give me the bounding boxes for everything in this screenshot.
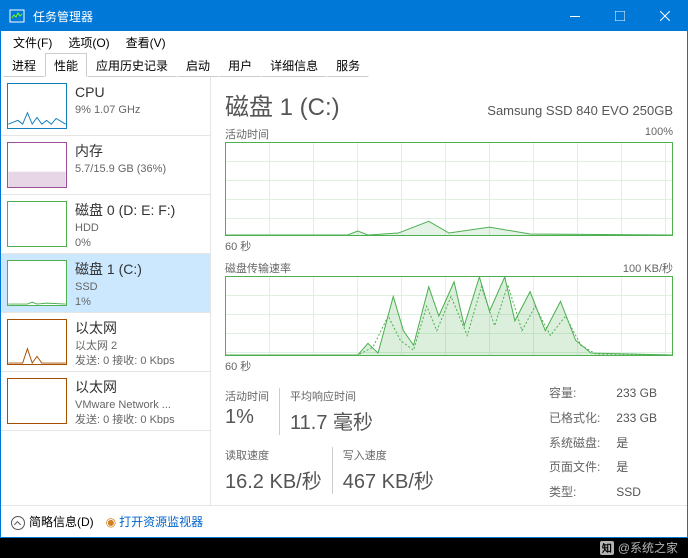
read-speed-label: 读取速度 xyxy=(225,447,322,463)
read-speed-value: 16.2 KB/秒 xyxy=(225,465,322,494)
brief-info-toggle[interactable]: 简略信息(D) xyxy=(11,513,94,530)
menu-file[interactable]: 文件(F) xyxy=(5,32,60,53)
chart1-label: 活动时间 xyxy=(225,126,269,142)
sidebar-item-ethernet2[interactable]: 以太网VMware Network ...发送: 0 接收: 0 Kbps xyxy=(1,372,210,431)
chart2-right: 100 KB/秒 xyxy=(623,260,673,276)
tab-services[interactable]: 服务 xyxy=(327,53,369,77)
eth1-thumb xyxy=(7,319,67,365)
chart1-right: 100% xyxy=(645,126,673,142)
sidebar-item-memory[interactable]: 内存5.7/15.9 GB (36%) xyxy=(1,136,210,195)
tab-startup[interactable]: 启动 xyxy=(177,53,219,77)
sidebar-item-ethernet1[interactable]: 以太网以太网 2发送: 0 接收: 0 Kbps xyxy=(1,313,210,372)
sidebar-item-disk0[interactable]: 磁盘 0 (D: E: F:)HDD0% xyxy=(1,195,210,254)
chart2-under: 60 秒 xyxy=(225,358,673,374)
window-title: 任务管理器 xyxy=(33,8,552,25)
disk0-thumb xyxy=(7,201,67,247)
cpu-thumb xyxy=(7,83,67,129)
menubar: 文件(F) 选项(O) 查看(V) xyxy=(1,31,687,53)
tab-apphistory[interactable]: 应用历史记录 xyxy=(87,53,177,77)
chevron-up-icon xyxy=(11,516,25,530)
tabs: 进程 性能 应用历史记录 启动 用户 详细信息 服务 xyxy=(1,53,687,77)
disk-model: Samsung SSD 840 EVO 250GB xyxy=(487,103,673,118)
main-title: 磁盘 1 (C:) xyxy=(225,87,340,122)
activity-chart[interactable] xyxy=(225,142,673,236)
write-speed-value: 467 KB/秒 xyxy=(343,465,434,494)
menu-options[interactable]: 选项(O) xyxy=(60,32,117,53)
chart1-under: 60 秒 xyxy=(225,238,673,254)
minimize-button[interactable] xyxy=(552,1,597,31)
menu-view[interactable]: 查看(V) xyxy=(118,32,174,53)
chart2-label: 磁盘传输速率 xyxy=(225,260,291,276)
maximize-button[interactable] xyxy=(597,1,642,31)
write-speed-label: 写入速度 xyxy=(343,447,434,463)
active-time-label: 活动时间 xyxy=(225,388,269,404)
tab-users[interactable]: 用户 xyxy=(219,53,261,77)
transfer-chart[interactable] xyxy=(225,276,673,356)
tab-performance[interactable]: 性能 xyxy=(45,53,87,77)
zhihu-icon: 知 xyxy=(600,541,614,555)
main-panel: 磁盘 1 (C:) Samsung SSD 840 EVO 250GB 活动时间… xyxy=(211,77,687,505)
close-button[interactable] xyxy=(642,1,687,31)
disk1-thumb xyxy=(7,260,67,306)
tab-processes[interactable]: 进程 xyxy=(3,53,45,77)
titlebar[interactable]: 任务管理器 xyxy=(1,1,687,31)
resp-time-value: 11.7 毫秒 xyxy=(290,406,373,435)
memory-thumb xyxy=(7,142,67,188)
sidebar-item-cpu[interactable]: CPU9% 1.07 GHz xyxy=(1,77,210,136)
properties-table: 容量:233 GB 已格式化:233 GB 系统磁盘:是 页面文件:是 类型:S… xyxy=(527,380,673,505)
tab-details[interactable]: 详细信息 xyxy=(261,53,327,77)
monitor-icon: ◉ xyxy=(106,515,116,529)
footer: 简略信息(D) ◉打开资源监视器 xyxy=(1,505,687,537)
open-resource-monitor[interactable]: ◉打开资源监视器 xyxy=(106,513,204,530)
sidebar: CPU9% 1.07 GHz 内存5.7/15.9 GB (36%) 磁盘 0 … xyxy=(1,77,211,505)
resp-time-label: 平均响应时间 xyxy=(290,388,373,404)
sidebar-item-disk1[interactable]: 磁盘 1 (C:)SSD1% xyxy=(1,254,210,313)
active-time-value: 1% xyxy=(225,406,269,429)
app-icon xyxy=(9,8,25,24)
eth2-thumb xyxy=(7,378,67,424)
watermark: 知@系统之家 xyxy=(600,539,678,556)
